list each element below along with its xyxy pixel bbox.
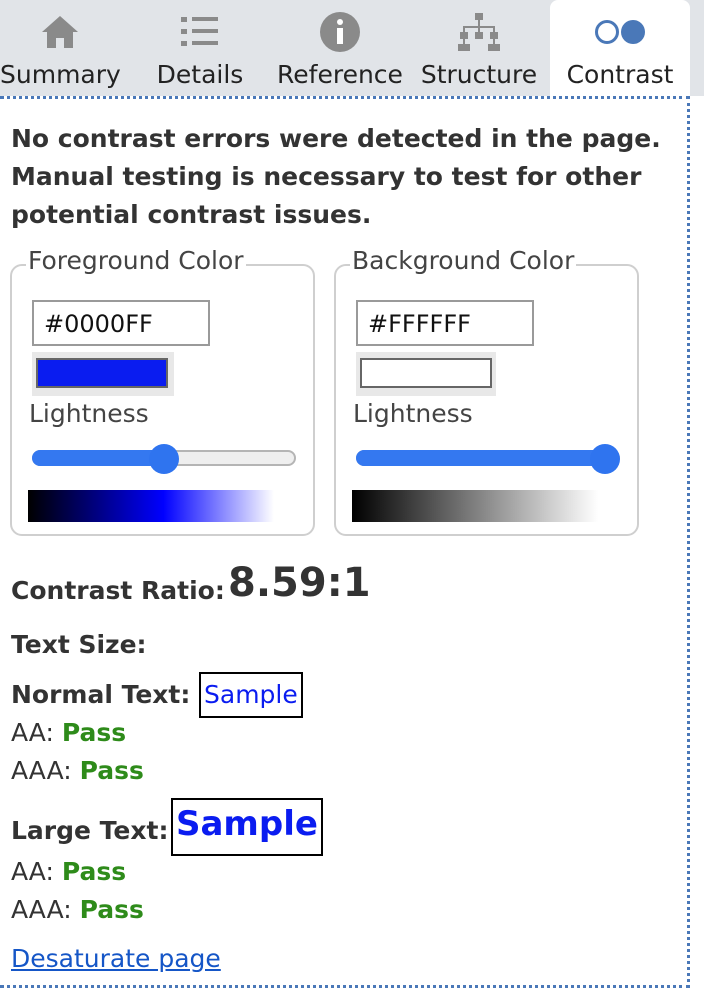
normal-text-label: Normal Text: [11,680,191,709]
aaa-label: AAA: [11,756,72,785]
tab-label: Details [156,60,244,89]
text-size-label: Text Size: [11,630,147,659]
foreground-swatch [36,358,168,388]
contrast-icon [550,10,690,54]
background-color-group: Background Color #FFFFFF Lightness [334,246,639,536]
aa-label: AA: [11,718,54,747]
slider-fill [32,450,166,466]
background-slider-thumb[interactable] [590,444,620,474]
background-swatch [360,358,492,388]
normal-text-sample: Sample [199,672,303,718]
slider-fill [356,450,607,466]
normal-aaa-row: AAA: Pass [11,756,144,785]
large-aa-row: AA: Pass [11,857,126,886]
background-lightness-label: Lightness [353,399,473,428]
tab-bar: Summary Details Reference Structure Cont… [0,0,704,96]
tab-contrast[interactable]: Contrast [550,0,690,96]
contrast-message: No contrast errors were detected in the … [11,124,661,229]
normal-aa-result: Pass [61,718,127,747]
tab-summary[interactable]: Summary [0,0,121,96]
background-lightness-gradient [352,490,598,522]
tab-label: Reference [277,60,403,89]
background-legend: Background Color [350,246,577,275]
background-swatch-button[interactable] [356,352,496,396]
desaturate-page-link[interactable]: Desaturate page [11,944,221,973]
info-icon [272,10,408,54]
large-aaa-result: Pass [79,895,144,924]
foreground-swatch-button[interactable] [32,352,174,396]
tab-reference[interactable]: Reference [272,0,408,96]
home-icon [0,10,120,54]
normal-aa-row: AA: Pass [11,718,126,747]
normal-aaa-result: Pass [79,756,144,785]
contrast-ratio-value: 8.59:1 [228,560,371,606]
foreground-legend: Foreground Color [26,246,246,275]
foreground-slider-thumb[interactable] [149,444,179,474]
foreground-hex-input[interactable]: #0000FF [32,300,210,346]
large-aa-result: Pass [61,857,127,886]
aaa-label: AAA: [11,895,72,924]
foreground-color-group: Foreground Color #0000FF Lightness [10,246,315,536]
contrast-ratio-label: Contrast Ratio: [11,576,225,605]
large-text-sample: Sample [171,798,323,856]
hierarchy-icon [416,10,542,54]
foreground-lightness-gradient [28,490,274,522]
large-text-label: Large Text: [11,816,169,845]
tab-label: Structure [420,60,538,89]
background-lightness-slider[interactable] [356,450,620,466]
tab-label: Summary [0,60,121,89]
foreground-lightness-label: Lightness [29,399,149,428]
tab-label: Contrast [566,60,674,89]
aa-label: AA: [11,857,54,886]
background-hex-input[interactable]: #FFFFFF [356,300,534,346]
list-icon [140,10,260,54]
tab-structure[interactable]: Structure [416,0,542,96]
large-aaa-row: AAA: Pass [11,895,144,924]
tab-details[interactable]: Details [140,0,260,96]
